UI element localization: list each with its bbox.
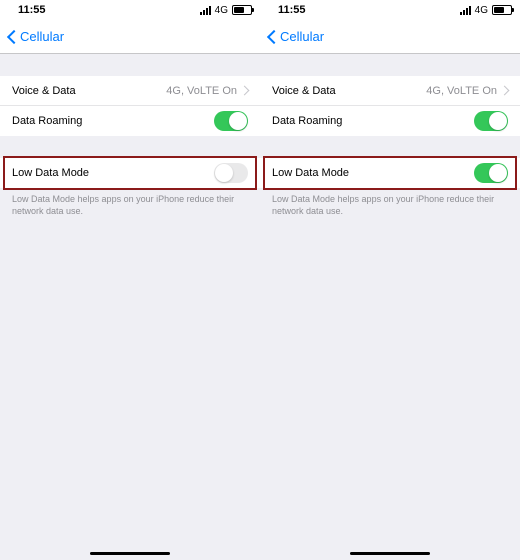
back-label: Cellular	[280, 29, 324, 44]
status-right: 4G	[200, 5, 252, 16]
row-low-data-mode: Low Data Mode	[0, 158, 260, 188]
settings-group-low-data: Low Data Mode	[0, 158, 260, 188]
home-indicator[interactable]	[350, 552, 430, 555]
settings-group-low-data: Low Data Mode	[260, 158, 520, 188]
toggle-data-roaming[interactable]	[474, 111, 508, 131]
back-label: Cellular	[20, 29, 64, 44]
row-voice-data[interactable]: Voice & Data 4G, VoLTE On	[260, 76, 520, 106]
row-label: Data Roaming	[272, 115, 342, 127]
footer-help-text: Low Data Mode helps apps on your iPhone …	[0, 188, 260, 223]
row-label: Data Roaming	[12, 115, 82, 127]
toggle-data-roaming[interactable]	[214, 111, 248, 131]
network-label: 4G	[475, 5, 488, 16]
row-value: 4G, VoLTE On	[426, 85, 508, 97]
footer-help-text: Low Data Mode helps apps on your iPhone …	[260, 188, 520, 223]
signal-icon	[460, 6, 471, 15]
settings-group-1: Voice & Data 4G, VoLTE On Data Roaming	[0, 76, 260, 136]
row-label: Low Data Mode	[12, 167, 89, 179]
phone-screen-left: 11:55 4G Cellular Voice & Data 4G, VoLTE…	[0, 0, 260, 560]
status-right: 4G	[460, 5, 512, 16]
status-bar: 11:55 4G	[260, 0, 520, 20]
row-label: Voice & Data	[272, 85, 336, 97]
status-bar: 11:55 4G	[0, 0, 260, 20]
nav-bar: Cellular	[0, 20, 260, 54]
row-label: Low Data Mode	[272, 167, 349, 179]
row-low-data-mode: Low Data Mode	[260, 158, 520, 188]
row-data-roaming: Data Roaming	[0, 106, 260, 136]
row-voice-data[interactable]: Voice & Data 4G, VoLTE On	[0, 76, 260, 106]
row-data-roaming: Data Roaming	[260, 106, 520, 136]
row-value: 4G, VoLTE On	[166, 85, 248, 97]
home-indicator[interactable]	[90, 552, 170, 555]
signal-icon	[200, 6, 211, 15]
chevron-left-icon	[6, 28, 18, 46]
chevron-left-icon	[266, 28, 278, 46]
phone-screen-right: 11:55 4G Cellular Voice & Data 4G, VoLTE…	[260, 0, 520, 560]
back-button[interactable]: Cellular	[266, 28, 324, 46]
toggle-low-data-mode[interactable]	[474, 163, 508, 183]
settings-group-1: Voice & Data 4G, VoLTE On Data Roaming	[260, 76, 520, 136]
status-time: 11:55	[268, 4, 306, 16]
chevron-right-icon	[501, 86, 508, 96]
toggle-low-data-mode[interactable]	[214, 163, 248, 183]
row-label: Voice & Data	[12, 85, 76, 97]
chevron-right-icon	[241, 86, 248, 96]
network-label: 4G	[215, 5, 228, 16]
status-time: 11:55	[8, 4, 46, 16]
battery-icon	[492, 5, 512, 15]
nav-bar: Cellular	[260, 20, 520, 54]
battery-icon	[232, 5, 252, 15]
back-button[interactable]: Cellular	[6, 28, 64, 46]
